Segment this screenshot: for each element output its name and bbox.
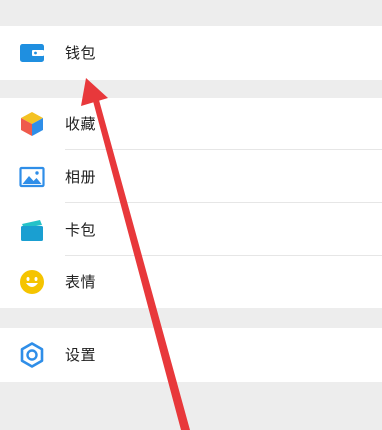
settings-group: 设置 — [0, 328, 382, 382]
menu-item-album[interactable]: 相册 — [0, 151, 382, 203]
row-divider — [65, 149, 382, 150]
row-divider — [65, 202, 382, 203]
favorites-cube-icon — [21, 112, 43, 136]
menu-item-label: 相册 — [65, 168, 97, 186]
album-image-icon — [19, 166, 45, 188]
menu-item-settings[interactable]: 设置 — [0, 329, 382, 381]
wallet-group: 钱包 — [0, 26, 382, 80]
menu-item-label: 收藏 — [65, 115, 97, 133]
main-features-group: 收藏 相册 卡包 表情 — [0, 98, 382, 308]
menu-item-stickers[interactable]: 表情 — [0, 256, 382, 308]
menu-item-card-pack[interactable]: 卡包 — [0, 204, 382, 256]
smiley-face-icon — [20, 270, 44, 294]
menu-item-label: 钱包 — [65, 44, 97, 62]
wallet-icon — [20, 44, 44, 62]
me-menu-screen: 钱包 收藏 相册 卡包 表情 设置 — [0, 0, 382, 430]
menu-item-label: 设置 — [65, 346, 97, 364]
menu-item-label: 表情 — [65, 273, 97, 291]
menu-item-favorites[interactable]: 收藏 — [0, 98, 382, 150]
settings-gear-icon — [20, 342, 44, 368]
menu-item-label: 卡包 — [65, 221, 97, 239]
card-pack-icon — [21, 220, 43, 241]
menu-item-wallet[interactable]: 钱包 — [0, 27, 382, 79]
